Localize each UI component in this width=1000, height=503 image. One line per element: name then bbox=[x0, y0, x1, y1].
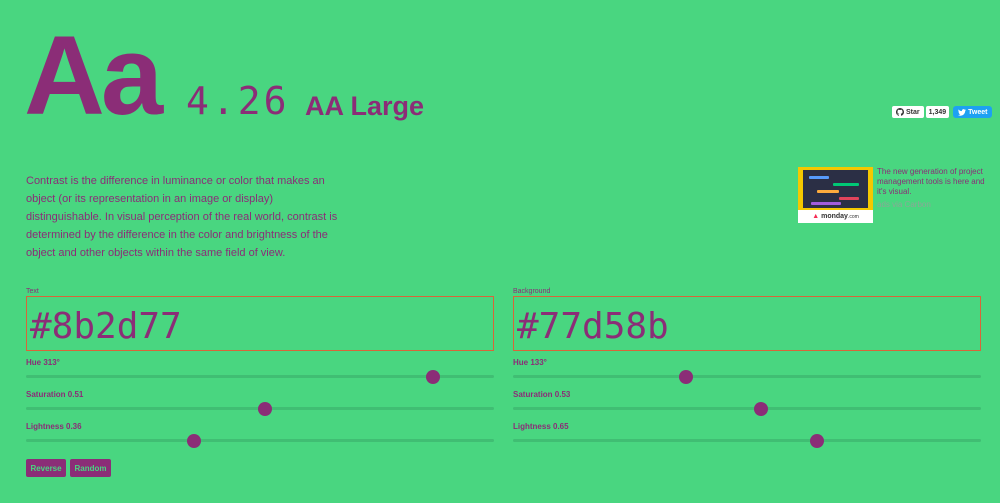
background-hue-slider[interactable] bbox=[513, 369, 981, 384]
text-color-panel: Text Hue 313° Saturation 0.51 Lightness … bbox=[26, 288, 494, 448]
background-lightness-label: Lightness 0.65 bbox=[513, 422, 569, 431]
background-saturation-label: Saturation 0.53 bbox=[513, 390, 571, 399]
social-buttons: Star 1,349 Tweet bbox=[892, 106, 993, 118]
text-hue-thumb[interactable] bbox=[425, 369, 440, 384]
github-star-count[interactable]: 1,349 bbox=[925, 106, 950, 118]
github-star-button[interactable]: Star bbox=[892, 106, 924, 118]
text-saturation-label: Saturation 0.51 bbox=[26, 390, 84, 399]
ad-via-carbon[interactable]: ads via Carbon bbox=[877, 200, 931, 209]
background-lightness-thumb[interactable] bbox=[810, 433, 825, 448]
text-saturation-slider[interactable] bbox=[26, 401, 494, 416]
contrast-level: AA Large bbox=[305, 91, 425, 121]
text-hue-slider[interactable] bbox=[26, 369, 494, 384]
text-field-label: Text bbox=[26, 288, 39, 295]
github-star-label: Star bbox=[906, 108, 920, 116]
ad-text[interactable]: The new generation of project management… bbox=[877, 167, 987, 197]
github-icon bbox=[896, 108, 904, 116]
text-lightness-slider[interactable] bbox=[26, 433, 494, 448]
description: Contrast is the difference in luminance … bbox=[26, 175, 338, 259]
background-color-panel: Background Hue 133° Saturation 0.53 Ligh… bbox=[513, 288, 981, 448]
text-hue-label: Hue 313° bbox=[26, 358, 60, 367]
text-color-input[interactable] bbox=[26, 296, 494, 351]
tweet-button[interactable]: Tweet bbox=[953, 106, 993, 118]
contrast-sample: Aa bbox=[24, 13, 163, 138]
background-saturation-slider[interactable] bbox=[513, 401, 981, 416]
background-hue-thumb[interactable] bbox=[678, 369, 693, 384]
background-hue-label: Hue 133° bbox=[513, 358, 547, 367]
tweet-label: Tweet bbox=[968, 108, 988, 116]
background-saturation-thumb[interactable] bbox=[754, 401, 769, 416]
ad-image[interactable]: ▲ monday.com bbox=[798, 167, 873, 223]
text-lightness-label: Lightness 0.36 bbox=[26, 422, 82, 431]
contrast-ratio: 4.26 bbox=[186, 79, 290, 123]
twitter-icon bbox=[958, 108, 967, 116]
background-lightness-slider[interactable] bbox=[513, 433, 981, 448]
monday-logo: ▲ monday.com bbox=[812, 213, 859, 220]
text-saturation-thumb[interactable] bbox=[257, 401, 272, 416]
ad-screenshot bbox=[803, 170, 868, 208]
text-lightness-thumb[interactable] bbox=[187, 433, 202, 448]
background-field-label: Background bbox=[513, 288, 551, 295]
background-color-input[interactable] bbox=[513, 296, 981, 351]
reverse-button[interactable]: Reverse bbox=[26, 459, 66, 477]
random-button[interactable]: Random bbox=[70, 459, 111, 477]
